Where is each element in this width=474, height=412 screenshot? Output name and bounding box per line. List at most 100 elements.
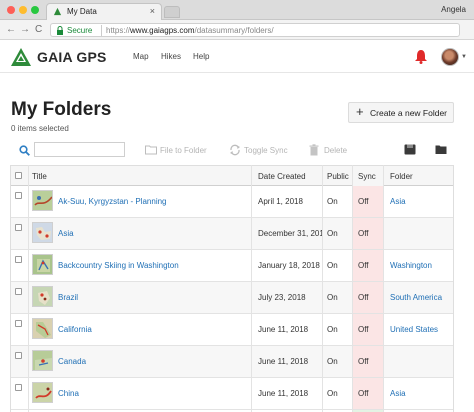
column-divider xyxy=(28,165,29,412)
page-title: My Folders xyxy=(11,99,112,120)
public-status[interactable]: On xyxy=(327,389,338,398)
app-header: GAIA GPS Map Hikes Help ▼ xyxy=(0,41,474,73)
sync-status[interactable]: Off xyxy=(358,357,369,366)
sync-status[interactable]: Off xyxy=(358,293,369,302)
column-date-created[interactable]: Date Created xyxy=(258,172,306,181)
new-tab-button[interactable] xyxy=(164,6,180,18)
folder-title-link[interactable]: California xyxy=(58,325,92,334)
plus-icon: + xyxy=(356,104,364,119)
selected-count: 0 items selected xyxy=(11,124,69,133)
public-status[interactable]: On xyxy=(327,197,338,206)
row-checkbox[interactable] xyxy=(15,224,22,231)
gaia-favicon-icon xyxy=(53,7,62,16)
public-status[interactable]: On xyxy=(327,229,338,238)
row-checkbox[interactable] xyxy=(15,192,22,199)
parent-folder-link[interactable]: Asia xyxy=(390,197,406,206)
close-window-button[interactable] xyxy=(7,6,15,14)
folder-title-link[interactable]: Canada xyxy=(58,357,86,366)
parent-folder-link[interactable]: South America xyxy=(390,293,442,302)
row-checkbox[interactable] xyxy=(15,288,22,295)
map-thumbnail[interactable] xyxy=(32,318,53,339)
toggle-sync-label: Toggle Sync xyxy=(244,146,288,155)
column-divider xyxy=(322,165,323,412)
folder-title-link[interactable]: Backcountry Skiing in Washington xyxy=(58,261,179,270)
search-input[interactable] xyxy=(34,142,125,157)
sync-icon xyxy=(230,144,240,156)
url-prefix: https:// xyxy=(106,26,131,35)
column-sync[interactable]: Sync xyxy=(358,172,376,181)
search-icon[interactable] xyxy=(19,145,30,156)
chevron-down-icon[interactable]: ▼ xyxy=(461,54,467,60)
map-thumbnail[interactable] xyxy=(32,222,53,243)
folder-icon[interactable] xyxy=(435,144,447,155)
table-row[interactable]: China June 11, 2018 On Off Asia xyxy=(11,378,453,410)
table-row[interactable]: Canada June 11, 2018 On Off xyxy=(11,346,453,378)
window-titlebar: My Data × Angela xyxy=(0,0,474,20)
sync-status[interactable]: Off xyxy=(358,261,369,270)
table-row[interactable]: Ak-Suu, Kyrgyzstan - Planning April 1, 2… xyxy=(11,186,453,218)
column-public[interactable]: Public xyxy=(327,172,349,181)
parent-folder-link[interactable]: Asia xyxy=(390,389,406,398)
column-folder[interactable]: Folder xyxy=(390,172,413,181)
map-thumbnail[interactable] xyxy=(32,254,53,275)
folder-title-link[interactable]: China xyxy=(58,389,79,398)
public-status[interactable]: On xyxy=(327,357,338,366)
row-checkbox[interactable] xyxy=(15,384,22,391)
table-row[interactable]: California June 11, 2018 On Off United S… xyxy=(11,314,453,346)
row-checkbox[interactable] xyxy=(15,320,22,327)
lock-icon xyxy=(57,26,63,35)
folders-table: Title Date Created Public Sync Folder Ak… xyxy=(10,165,454,412)
public-status[interactable]: On xyxy=(327,261,338,270)
secure-label: Secure xyxy=(67,26,93,35)
tab-close-icon[interactable]: × xyxy=(150,6,155,16)
back-arrow-icon[interactable]: ← xyxy=(6,23,16,37)
date-created: July 23, 2018 xyxy=(258,293,306,302)
url-field[interactable]: Secure https://www.gaiagps.com/datasumma… xyxy=(50,23,460,37)
create-folder-button[interactable]: + Create a new Folder xyxy=(348,102,454,123)
column-divider xyxy=(383,165,384,412)
date-created: June 11, 2018 xyxy=(258,325,309,334)
browser-user-name[interactable]: Angela xyxy=(441,5,466,14)
select-all-checkbox[interactable] xyxy=(15,172,22,179)
file-to-folder-label: File to Folder xyxy=(160,146,207,155)
public-status[interactable]: On xyxy=(327,293,338,302)
save-icon[interactable] xyxy=(404,144,416,155)
row-checkbox[interactable] xyxy=(15,352,22,359)
table-row[interactable]: Asia December 31, 2017 On Off xyxy=(11,218,453,250)
forward-arrow-icon[interactable]: → xyxy=(20,23,30,37)
date-created: January 18, 2018 xyxy=(258,261,320,270)
sync-status[interactable]: Off xyxy=(358,389,369,398)
public-status[interactable]: On xyxy=(327,325,338,334)
sync-status[interactable]: Off xyxy=(358,229,369,238)
map-thumbnail[interactable] xyxy=(32,382,53,403)
sync-status[interactable]: Off xyxy=(358,325,369,334)
column-divider xyxy=(352,165,353,412)
minimize-window-button[interactable] xyxy=(19,6,27,14)
table-row[interactable]: Backcountry Skiing in Washington January… xyxy=(11,250,453,282)
column-title[interactable]: Title xyxy=(32,172,47,181)
maximize-window-button[interactable] xyxy=(31,6,39,14)
nav-help-link[interactable]: Help xyxy=(193,52,209,61)
folder-icon xyxy=(145,145,157,155)
avatar[interactable] xyxy=(441,48,459,66)
parent-folder-link[interactable]: United States xyxy=(390,325,438,334)
reload-icon[interactable]: C xyxy=(35,23,42,37)
folder-title-link[interactable]: Brazil xyxy=(58,293,78,302)
parent-folder-link[interactable]: Washington xyxy=(390,261,432,270)
bell-icon[interactable] xyxy=(414,49,428,64)
nav-map-link[interactable]: Map xyxy=(133,52,149,61)
map-thumbnail[interactable] xyxy=(32,350,53,371)
create-folder-label: Create a new Folder xyxy=(370,108,448,118)
nav-hikes-link[interactable]: Hikes xyxy=(161,52,181,61)
date-created: June 11, 2018 xyxy=(258,389,309,398)
folder-title-link[interactable]: Asia xyxy=(58,229,74,238)
map-thumbnail[interactable] xyxy=(32,190,53,211)
folder-title-link[interactable]: Ak-Suu, Kyrgyzstan - Planning xyxy=(58,197,167,206)
browser-tab[interactable]: My Data × xyxy=(46,3,162,20)
gaia-logo-icon[interactable] xyxy=(10,47,32,67)
logo-text[interactable]: GAIA GPS xyxy=(37,49,107,65)
table-row[interactable]: Brazil July 23, 2018 On Off South Americ… xyxy=(11,282,453,314)
sync-status[interactable]: Off xyxy=(358,197,369,206)
map-thumbnail[interactable] xyxy=(32,286,53,307)
row-checkbox[interactable] xyxy=(15,256,22,263)
